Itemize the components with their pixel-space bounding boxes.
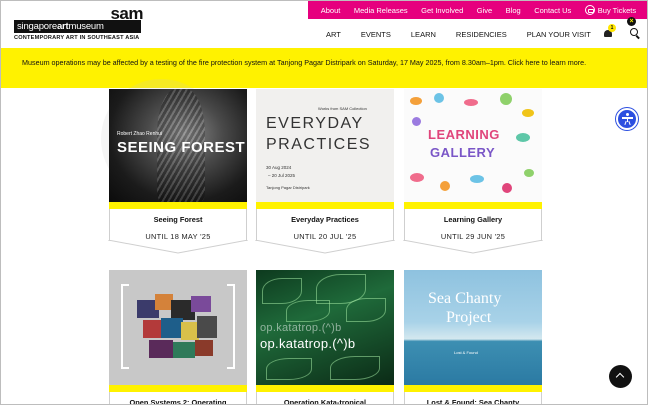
- card-chevron-bottom: [403, 240, 543, 254]
- nav-events[interactable]: EVENTS: [361, 30, 391, 39]
- buy-tickets-label: Buy Tickets: [597, 5, 637, 15]
- utility-link-contact-us[interactable]: Contact Us: [534, 6, 571, 15]
- card-date: UNTIL 29 JUN '25: [440, 232, 506, 241]
- search-icon[interactable]: [629, 27, 641, 39]
- nav-plan-your-visit[interactable]: PLAN YOUR VISIT: [527, 30, 591, 39]
- site-logo[interactable]: sam singaporeartmuseum CONTEMPORARY ART …: [14, 4, 144, 45]
- main-nav: ART EVENTS LEARN RESIDENCIES PLAN YOUR V…: [326, 28, 611, 40]
- card-accent-bar: [404, 385, 542, 392]
- nav-residencies[interactable]: RESIDENCIES: [456, 30, 507, 39]
- notification-count-badge: 1: [608, 24, 616, 32]
- alert-close-icon[interactable]: ×: [627, 17, 636, 26]
- logo-name-bar: singaporeartmuseum: [14, 20, 141, 33]
- logo-sam-wordmark: sam: [110, 4, 143, 23]
- card-date: UNTIL 18 MAY '25: [145, 232, 211, 241]
- card-body: Everyday Practices UNTIL 20 JUL '25: [256, 209, 394, 241]
- exhibition-image: LEARNING GALLERY: [404, 89, 542, 202]
- nav-art[interactable]: ART: [326, 30, 341, 39]
- utility-link-get-involved[interactable]: Get Involved: [421, 6, 463, 15]
- exhibition-image: Sea Chanty Project Lost & Found: [404, 270, 542, 385]
- exhibition-image: Works from SAM Collection EVERYDAY PRACT…: [256, 89, 394, 202]
- card-accent-bar: [404, 202, 542, 209]
- card-accent-bar: [109, 385, 247, 392]
- card-title: Everyday Practices: [291, 215, 359, 224]
- utility-link-media-releases[interactable]: Media Releases: [354, 6, 408, 15]
- exhibition-card-open-systems[interactable]: Open Systems 2: Operating: [109, 270, 247, 405]
- utility-link-about[interactable]: About: [321, 6, 341, 15]
- card-title: Open Systems 2: Operating: [129, 398, 227, 405]
- ticket-icon: [584, 5, 595, 15]
- card-title: Operation Kata-tropical: [283, 398, 367, 405]
- exhibition-card-everyday-practices[interactable]: Works from SAM Collection EVERYDAY PRACT…: [255, 89, 395, 257]
- exhibition-card-lost-found-sea-chanty[interactable]: Sea Chanty Project Lost & Found Lost & F…: [404, 270, 542, 405]
- utility-link-give[interactable]: Give: [477, 6, 492, 15]
- logo-tagline: CONTEMPORARY ART IN SOUTHEAST ASIA: [14, 35, 140, 41]
- card-title: Seeing Forest: [153, 215, 203, 224]
- card-body: Open Systems 2: Operating: [109, 392, 247, 405]
- utility-link-blog[interactable]: Blog: [506, 6, 521, 15]
- buy-tickets-link[interactable]: Buy Tickets: [584, 5, 637, 15]
- card-body: Lost & Found: Sea Chanty: [404, 392, 542, 405]
- exhibition-card-learning-gallery[interactable]: LEARNING GALLERY Learning Gallery UNTIL …: [403, 89, 543, 257]
- nav-learn[interactable]: LEARN: [411, 30, 436, 39]
- exhibition-image: Robert Zhao Renhui SEEING FOREST: [109, 89, 247, 202]
- card-accent-bar: [256, 385, 394, 392]
- card-accent-bar: [109, 202, 247, 209]
- card-body: Seeing Forest UNTIL 18 MAY '25: [109, 209, 247, 241]
- card-title: Learning Gallery: [443, 215, 503, 224]
- exhibition-image: op.katatrop.(^)b op.katatrop.(^)b: [256, 270, 394, 385]
- card-body: Learning Gallery UNTIL 29 JUN '25: [404, 209, 542, 241]
- exhibition-card-operation-kata-tropical[interactable]: op.katatrop.(^)b op.katatrop.(^)b Operat…: [256, 270, 394, 405]
- utility-bar: About Media Releases Get Involved Give B…: [308, 1, 647, 19]
- exhibition-image: [109, 270, 247, 385]
- alert-text[interactable]: Museum operations may be affected by a t…: [22, 58, 586, 67]
- card-accent-bar: [256, 202, 394, 209]
- card-body: Operation Kata-tropical: [256, 392, 394, 405]
- back-to-top-button[interactable]: [609, 365, 632, 388]
- exhibition-card-seeing-forest[interactable]: Robert Zhao Renhui SEEING FOREST Seeing …: [108, 89, 248, 257]
- page: About Media Releases Get Involved Give B…: [0, 0, 648, 405]
- accessibility-icon[interactable]: [616, 108, 638, 130]
- card-chevron-bottom: [108, 240, 248, 254]
- card-chevron-bottom: [255, 240, 395, 254]
- notification-bell-icon[interactable]: 1: [603, 24, 616, 38]
- alert-banner: Museum operations may be affected by a t…: [1, 48, 647, 88]
- card-title: Lost & Found: Sea Chanty: [426, 398, 520, 405]
- card-date: UNTIL 20 JUL '25: [293, 232, 357, 241]
